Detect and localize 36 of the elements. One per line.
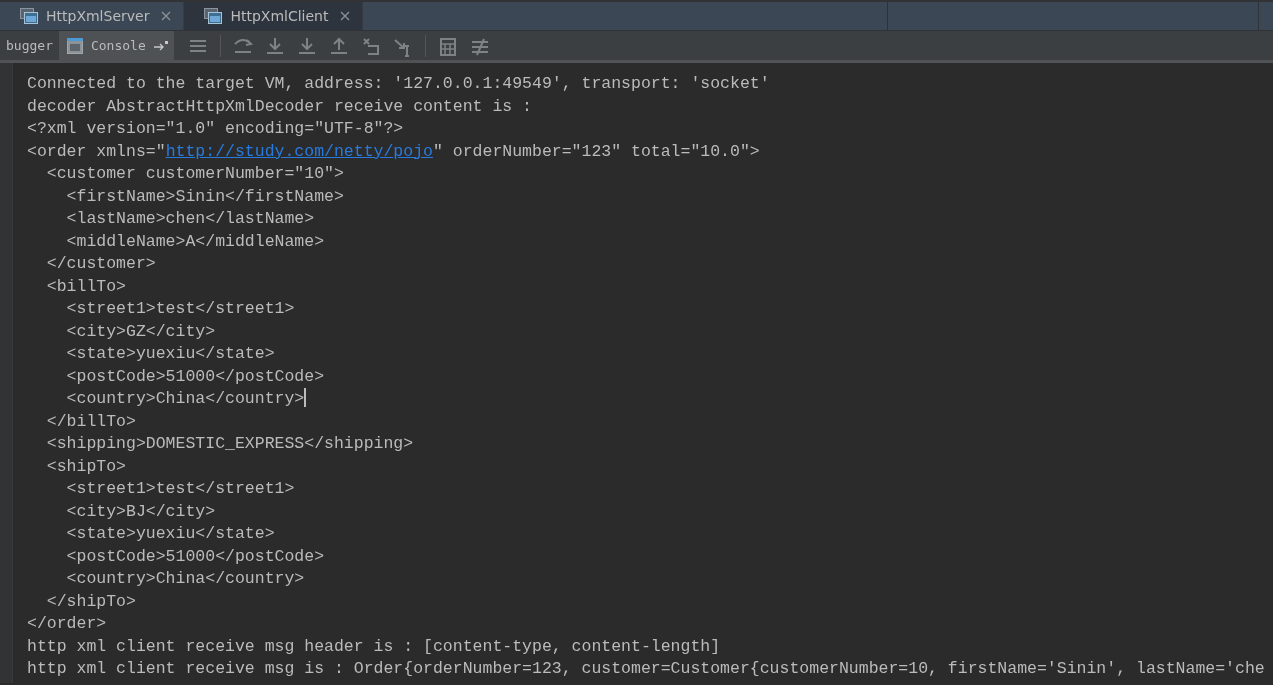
console-line: <state>yuexiu</state>: [65, 343, 276, 365]
console-line: <country>China</country>: [65, 388, 308, 410]
console-line: <postCode>51000</postCode>: [65, 545, 326, 568]
console-line: <street1>test</street1>: [65, 298, 296, 320]
console-line: <city>BJ</city>: [65, 500, 217, 523]
console-line: <firstName>Sinin</firstName>: [65, 185, 345, 208]
editor-tab[interactable]: HttpXmlClient: [184, 2, 364, 30]
console-line: </shipTo>: [45, 590, 137, 613]
console-line: <?xml version="1.0" encoding="UTF-8"?>: [27, 118, 405, 140]
console-line: </order>: [27, 613, 108, 635]
console-line: <state>yuexiu</state>: [65, 523, 276, 545]
console-line: <country>China</country>: [65, 568, 306, 590]
console-line: <postCode>51000</postCode>: [65, 365, 326, 388]
console-line: Connected to the target VM, address: '127.0.0.1:49549', transport: 'socket': [27, 73, 771, 95]
debug-tab[interactable]: Console: [58, 31, 174, 60]
console-line: <lastName>chen</lastName>: [65, 208, 316, 230]
window-icon: [204, 8, 223, 24]
console-line: http xml client receive msg is : Order{orderNumber=123, customer=Customer{customerNumber=10, firstName='Sinin', lastName='che: [27, 658, 1266, 680]
console-line: </billTo>: [45, 410, 137, 433]
link[interactable]: http://study.com/netty/pojo: [165, 141, 433, 161]
console-line: <street1>test</street1>: [65, 478, 296, 500]
close-icon[interactable]: [340, 11, 351, 21]
console-line: http xml client receive msg header is : [content-type, content-length]: [27, 635, 722, 658]
console-line: <shipping>DOMESTIC_EXPRESS</shipping>: [45, 433, 415, 455]
close-icon[interactable]: [161, 11, 172, 21]
console-line: </customer>: [45, 253, 157, 275]
console-line: decoder AbstractHttpXmlDecoder receive content is :: [27, 95, 533, 118]
console-line: <shipTo>: [45, 455, 128, 478]
pin-arrow-icon[interactable]: [153, 40, 168, 51]
console-line: <billTo>: [45, 275, 128, 298]
window-icon: [20, 8, 38, 24]
console-icon: [66, 37, 83, 54]
console-line: <order xmlns="http://study.com/netty/pojo" orderNumber="123" total="10.0">: [27, 140, 761, 163]
console-line: <middleName>A</middleName>: [65, 230, 326, 253]
console-line: <customer customerNumber="10">: [45, 163, 345, 185]
console-line: <city>GZ</city>: [65, 320, 217, 343]
